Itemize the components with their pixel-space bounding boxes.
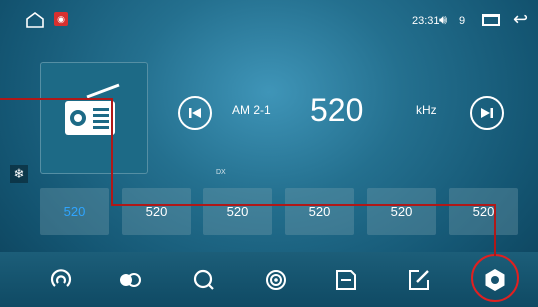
save-icon[interactable] bbox=[332, 266, 360, 294]
band-label: AM 2-1 bbox=[232, 103, 271, 117]
preset-3[interactable]: 520 bbox=[203, 188, 272, 235]
volume-level: 9 bbox=[459, 15, 466, 27]
annotation-line bbox=[494, 204, 496, 256]
scan-icon[interactable] bbox=[47, 266, 75, 294]
search-icon[interactable] bbox=[190, 266, 218, 294]
volume-icon[interactable]: 🔊︎ bbox=[439, 12, 447, 28]
edit-icon[interactable] bbox=[405, 266, 433, 294]
preset-5[interactable]: 520 bbox=[367, 188, 436, 235]
home-icon[interactable] bbox=[25, 12, 45, 28]
frequency-display: 520 bbox=[310, 92, 364, 128]
annotation-line bbox=[0, 98, 112, 100]
dx-indicator: DX bbox=[216, 169, 226, 176]
preset-6[interactable]: 520 bbox=[449, 188, 518, 235]
preset-2[interactable]: 520 bbox=[122, 188, 191, 235]
radio-icon bbox=[65, 83, 120, 135]
radio-screen: ◉ 23:31 🔊︎ 9 ↩ ❄ AM 2-1 520 kHz DX 520 5… bbox=[0, 0, 538, 307]
back-icon[interactable]: ↩ bbox=[513, 9, 528, 30]
seek-back-icon bbox=[189, 108, 201, 118]
bottom-toolbar bbox=[0, 252, 538, 307]
preset-4[interactable]: 520 bbox=[285, 188, 354, 235]
annotation-line bbox=[111, 98, 113, 206]
recents-icon[interactable] bbox=[482, 14, 500, 26]
snowflake-icon[interactable]: ❄ bbox=[10, 165, 28, 183]
radio-app-icon[interactable]: ◉ bbox=[54, 12, 68, 26]
frequency-unit: kHz bbox=[416, 103, 437, 117]
settings-highlight-ring bbox=[471, 254, 519, 302]
clock: 23:31 bbox=[412, 15, 440, 27]
seek-forward-button[interactable] bbox=[470, 96, 504, 130]
status-bar: ◉ 23:31 🔊︎ 9 ↩ bbox=[0, 0, 538, 42]
broadcast-icon[interactable] bbox=[262, 266, 290, 294]
radio-artwork bbox=[40, 62, 148, 174]
seek-forward-icon bbox=[481, 108, 493, 118]
annotation-line bbox=[111, 204, 495, 206]
preset-1[interactable]: 520 bbox=[40, 188, 109, 235]
seek-back-button[interactable] bbox=[178, 96, 212, 130]
toggle-icon[interactable] bbox=[116, 266, 144, 294]
